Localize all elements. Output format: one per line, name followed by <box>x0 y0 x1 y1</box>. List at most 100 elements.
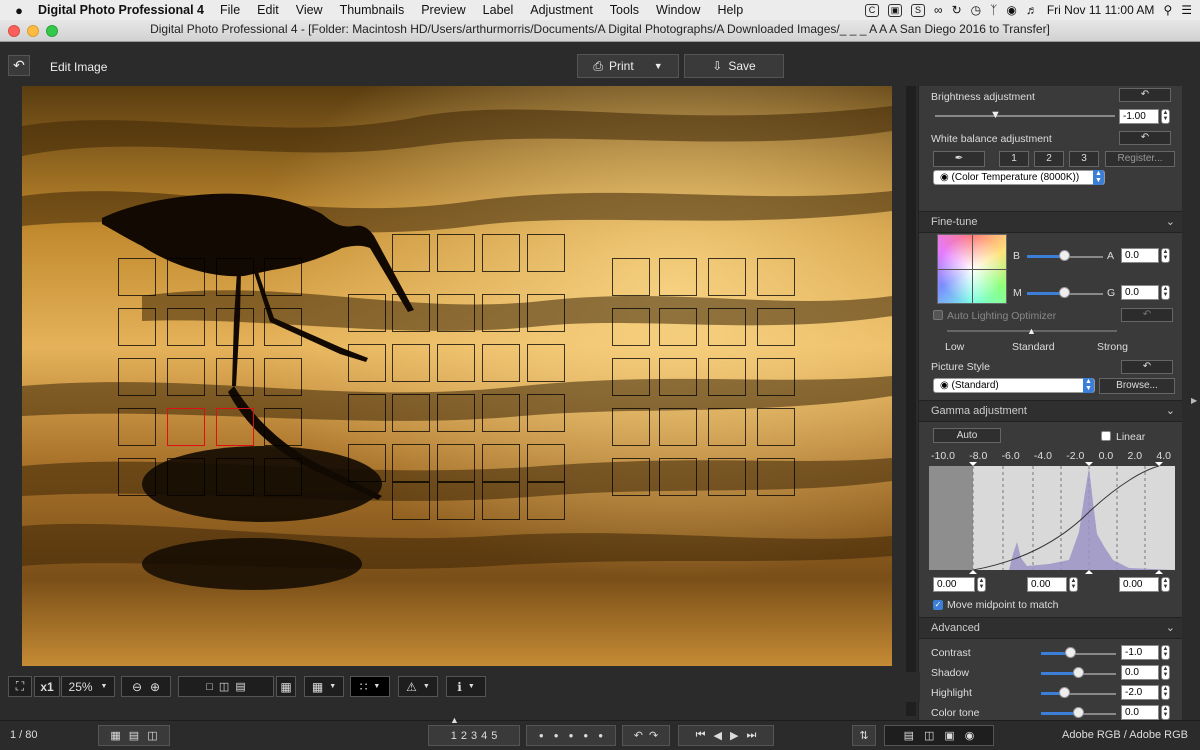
close-window-button[interactable] <box>8 25 20 37</box>
next-image-icon[interactable]: ▶ <box>730 729 738 742</box>
wb-register-button[interactable]: Register... <box>1105 151 1175 167</box>
label-dot-icon[interactable]: ● <box>569 731 574 740</box>
menu-label[interactable]: Label <box>483 3 514 17</box>
last-image-icon[interactable]: ⏭ <box>746 729 756 742</box>
alo-slider-thumb[interactable]: ▲ <box>1027 326 1036 336</box>
sidebar-view-icon[interactable]: ◫ <box>147 729 157 742</box>
gamma-histogram[interactable] <box>929 462 1175 574</box>
sort-button[interactable]: ⇅ <box>852 725 876 746</box>
contrast-slider-thumb[interactable] <box>1065 647 1076 658</box>
zoom-window-button[interactable] <box>46 25 58 37</box>
shadow-slider-track[interactable] <box>1079 673 1116 675</box>
wifi-icon[interactable]: ◉ <box>1006 3 1016 17</box>
contrast-slider-track[interactable] <box>1071 653 1116 655</box>
eyedropper-button[interactable]: ✒ <box>933 151 985 167</box>
linear-checkbox[interactable] <box>1101 431 1111 441</box>
gamma-black-stepper[interactable]: ▲ ▼ <box>977 577 986 592</box>
finetune-a-value[interactable]: 0.0 <box>1121 248 1159 263</box>
info-button[interactable]: ℹ ▼ <box>446 676 486 697</box>
brightness-reset-button[interactable]: ↶ <box>1119 88 1171 102</box>
menu-help[interactable]: Help <box>717 3 743 17</box>
section-advanced[interactable]: Advanced ⌄ <box>919 617 1182 639</box>
app-menu[interactable]: Digital Photo Professional 4 <box>38 3 204 17</box>
highlight-value[interactable]: -2.0 <box>1121 685 1159 700</box>
compare-view-icon[interactable]: ◫ <box>219 680 229 693</box>
save-button[interactable]: ⇩ Save <box>684 54 784 78</box>
menu-window[interactable]: Window <box>656 3 700 17</box>
minimize-window-button[interactable] <box>27 25 39 37</box>
finetune-ba-slider-thumb[interactable] <box>1059 250 1070 261</box>
rating-5-button[interactable]: 5 <box>491 730 497 742</box>
finetune-mg-slider-thumb[interactable] <box>1059 287 1070 298</box>
move-midpoint-checkbox[interactable]: ✓ <box>933 600 943 610</box>
rating-2-button[interactable]: 2 <box>461 730 467 742</box>
grid-overlay-button[interactable]: ▦ ▼ <box>304 676 344 697</box>
back-button[interactable]: ↶ <box>8 55 30 76</box>
rotate-right-icon[interactable]: ↷ <box>649 729 658 742</box>
label-dot-icon[interactable]: ● <box>554 731 559 740</box>
contrast-value[interactable]: -1.0 <box>1121 645 1159 660</box>
image-preview[interactable] <box>22 86 892 666</box>
shield-status-icon[interactable]: S <box>911 3 926 17</box>
white-balance-reset-button[interactable]: ↶ <box>1119 131 1171 145</box>
histogram-panel-icon[interactable]: ▤ <box>904 729 914 742</box>
brightness-value[interactable]: -1.00 <box>1119 109 1159 124</box>
zoom-in-icon[interactable]: ⊕ <box>150 680 160 694</box>
label-dot-icon[interactable]: ● <box>598 731 603 740</box>
wb-preset-2[interactable]: 2 <box>1034 151 1064 167</box>
highlight-slider-track[interactable] <box>1065 693 1116 695</box>
split-view-icon[interactable]: ▤ <box>235 680 245 693</box>
zoom-x1-button[interactable]: x1 <box>34 676 60 697</box>
menu-view[interactable]: View <box>296 3 323 17</box>
thumbnails-view-icon[interactable]: ▦ <box>110 729 120 742</box>
section-gamma[interactable]: Gamma adjustment ⌄ <box>919 400 1182 422</box>
gamma-mid-stepper[interactable]: ▲ ▼ <box>1069 577 1078 592</box>
highlight-slider-thumb[interactable] <box>1059 687 1070 698</box>
first-image-icon[interactable]: ⏮ <box>696 729 706 742</box>
wb-mode-select[interactable]: ◉ (Color Temperature (8000K)) ▲ ▼ <box>933 170 1105 185</box>
filmstrip-view-icon[interactable]: ▤ <box>129 729 139 742</box>
c-status-icon[interactable]: C <box>865 3 880 17</box>
rotate-left-icon[interactable]: ↶ <box>634 729 643 742</box>
brightness-stepper[interactable]: ▲ ▼ <box>1161 109 1170 124</box>
zoom-select[interactable]: 25% ▼ <box>61 676 115 697</box>
apple-menu-icon[interactable]: ● <box>0 3 38 18</box>
finetune-mg-slider-track[interactable] <box>1065 293 1103 295</box>
drive-status-icon[interactable]: ▣ <box>888 3 903 17</box>
wb-preset-3[interactable]: 3 <box>1069 151 1099 167</box>
camera-panel-icon[interactable]: ◉ <box>965 729 975 742</box>
clock[interactable]: Fri Nov 11 11:00 AM <box>1047 3 1155 17</box>
af-points-button[interactable]: ∷ ▼ <box>350 676 390 697</box>
brightness-slider-thumb[interactable]: ▼ <box>990 109 1001 121</box>
menu-edit[interactable]: Edit <box>257 3 279 17</box>
volume-icon[interactable]: ♬ <box>1026 3 1038 17</box>
zoom-out-icon[interactable]: ⊖ <box>132 680 142 694</box>
label-dot-icon[interactable]: ● <box>539 731 544 740</box>
menu-preview[interactable]: Preview <box>421 3 465 17</box>
gamma-midpoint[interactable]: 0.00 <box>1027 577 1067 592</box>
basic-panel-icon[interactable]: ◫ <box>924 729 934 742</box>
sync-icon[interactable]: ↻ <box>952 3 962 17</box>
alo-reset-button[interactable]: ↶ <box>1121 308 1173 322</box>
previous-image-icon[interactable]: ◀ <box>714 729 722 742</box>
menu-adjustment[interactable]: Adjustment <box>530 3 593 17</box>
highlight-alert-button[interactable]: ⚠ ▼ <box>398 676 438 697</box>
fit-to-window-button[interactable]: ⛶ <box>8 676 32 697</box>
picture-style-select[interactable]: ◉ (Standard) ▲ ▼ <box>933 378 1095 393</box>
color-tone-stepper[interactable]: ▲ ▼ <box>1161 705 1170 720</box>
expand-panel-icon[interactable]: ▶ <box>1191 396 1197 405</box>
menu-thumbnails[interactable]: Thumbnails <box>340 3 405 17</box>
spotlight-icon[interactable]: ⚲ <box>1163 3 1172 17</box>
bluetooth-icon[interactable]: ᛉ <box>990 3 997 17</box>
thumbnail-strip-handle[interactable]: ▲ <box>450 715 459 725</box>
picture-style-reset-button[interactable]: ↶ <box>1121 360 1173 374</box>
notification-center-icon[interactable]: ☰ <box>1181 3 1192 17</box>
alo-checkbox[interactable] <box>933 310 943 320</box>
highlight-stepper[interactable]: ▲ ▼ <box>1161 685 1170 700</box>
creative-cloud-icon[interactable]: ∞ <box>934 3 943 17</box>
rating-3-button[interactable]: 3 <box>471 730 477 742</box>
rating-1-button[interactable]: 1 <box>451 730 457 742</box>
finetune-g-value[interactable]: 0.0 <box>1121 285 1159 300</box>
wb-preset-1[interactable]: 1 <box>999 151 1029 167</box>
gamma-white-stepper[interactable]: ▲ ▼ <box>1161 577 1170 592</box>
